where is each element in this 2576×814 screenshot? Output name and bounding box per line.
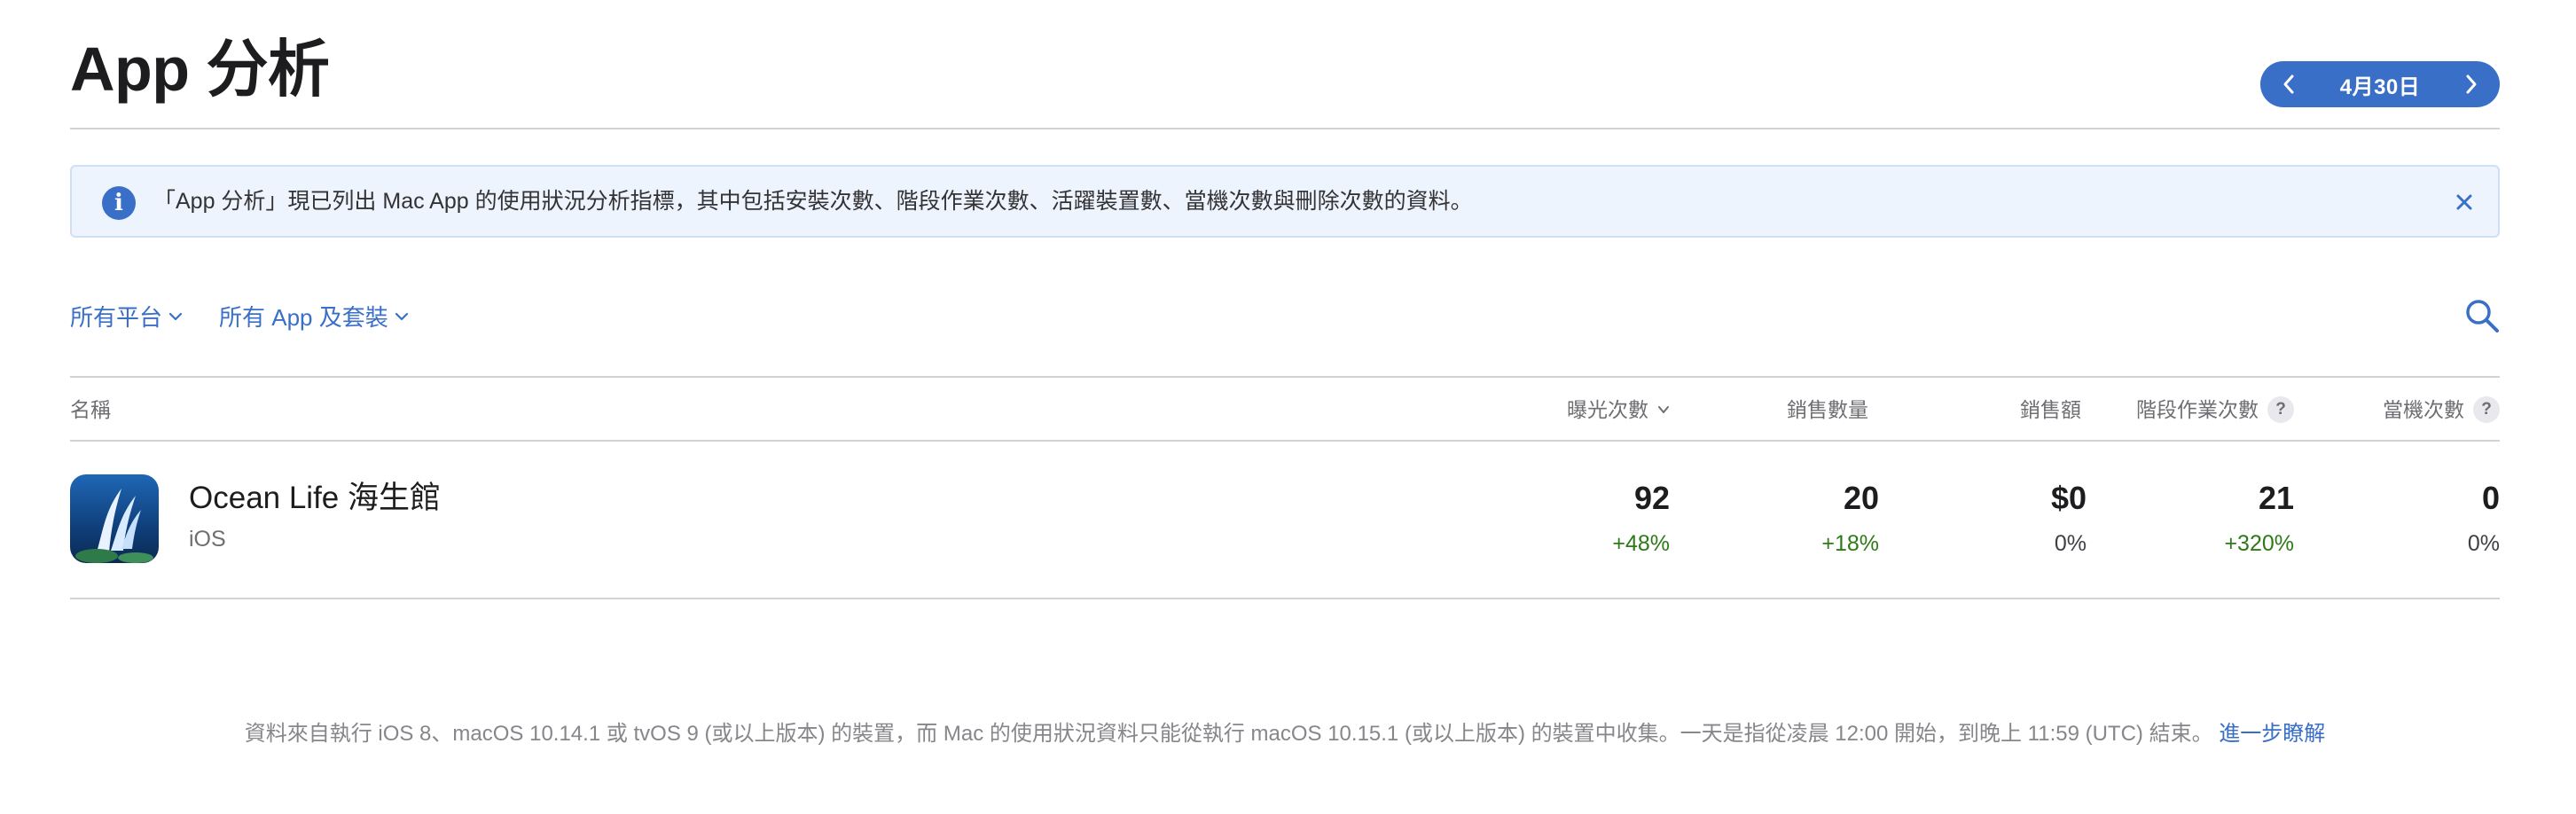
column-header-name[interactable]: 名稱	[70, 395, 111, 424]
footer-text: 資料來自執行 iOS 8、macOS 10.14.1 或 tvOS 9 (或以上…	[244, 722, 2213, 746]
app-filter[interactable]: 所有 App 及套裝	[219, 300, 410, 333]
sort-down-icon	[1658, 406, 1669, 413]
date-navigator: 4月30日	[2260, 61, 2500, 107]
units-change: +18%	[1821, 531, 1879, 556]
search-icon[interactable]	[2464, 298, 2500, 333]
current-date[interactable]: 4月30日	[2340, 69, 2421, 100]
proceeds-change: 0%	[2054, 531, 2087, 556]
sessions-change: +320%	[2224, 531, 2294, 556]
impressions-value: 92	[1633, 480, 1670, 516]
chevron-down-icon	[395, 312, 408, 320]
chevron-down-icon	[168, 312, 183, 320]
app-platform: iOS	[189, 527, 226, 552]
crashes-change: 0%	[2467, 531, 2500, 556]
chevron-right-icon[interactable]	[2461, 74, 2482, 95]
units-value: 20	[1843, 480, 1879, 516]
app-analytics-page: App 分析 4月30日 i 「App 分析」現已列出 Mac App 的使用狀…	[70, 0, 2500, 814]
table-top-divider	[70, 376, 2500, 378]
impressions-change: +48%	[1612, 531, 1670, 556]
column-impressions-label: 曝光次數	[1567, 398, 1648, 421]
platform-filter[interactable]: 所有平台	[70, 300, 184, 333]
chevron-left-icon[interactable]	[2278, 74, 2299, 95]
app-icon[interactable]	[70, 474, 159, 563]
platform-filter-label: 所有平台	[70, 304, 163, 331]
column-crashes-label: 當機次數	[2383, 398, 2464, 421]
column-header-crashes[interactable]: 當機次數 ?	[2383, 395, 2500, 424]
crashes-value: 0	[2481, 480, 2500, 516]
close-icon[interactable]	[2452, 190, 2477, 215]
column-sessions-label: 階段作業次數	[2136, 398, 2259, 421]
column-units-label: 銷售數量	[1787, 398, 1868, 421]
column-proceeds-label: 銷售額	[2020, 398, 2081, 421]
column-header-impressions[interactable]: 曝光次數	[1567, 395, 1670, 424]
banner-message: 「App 分析」現已列出 Mac App 的使用狀況分析指標，其中包括安裝次數、…	[153, 189, 1473, 214]
help-icon[interactable]: ?	[2267, 396, 2294, 423]
table-header-divider	[70, 440, 2500, 442]
footer-note: 資料來自執行 iOS 8、macOS 10.14.1 或 tvOS 9 (或以上…	[70, 720, 2500, 748]
header-divider	[70, 128, 2500, 129]
help-icon[interactable]: ?	[2473, 396, 2500, 423]
column-header-proceeds[interactable]: 銷售額	[2020, 395, 2081, 424]
app-name[interactable]: Ocean Life 海生館	[189, 479, 441, 518]
info-banner: i 「App 分析」現已列出 Mac App 的使用狀況分析指標，其中包括安裝次…	[70, 165, 2500, 238]
column-name-label: 名稱	[70, 398, 111, 421]
proceeds-value: $0	[2050, 480, 2087, 516]
page-title: App 分析	[70, 35, 330, 104]
column-header-sessions[interactable]: 階段作業次數 ?	[2136, 395, 2294, 424]
table-bottom-divider	[70, 598, 2500, 599]
learn-more-link[interactable]: 進一步瞭解	[2219, 722, 2325, 746]
app-filter-label: 所有 App 及套裝	[219, 304, 388, 331]
info-icon: i	[102, 186, 136, 220]
column-header-units[interactable]: 銷售數量	[1787, 395, 1868, 424]
sessions-value: 21	[2258, 480, 2294, 516]
